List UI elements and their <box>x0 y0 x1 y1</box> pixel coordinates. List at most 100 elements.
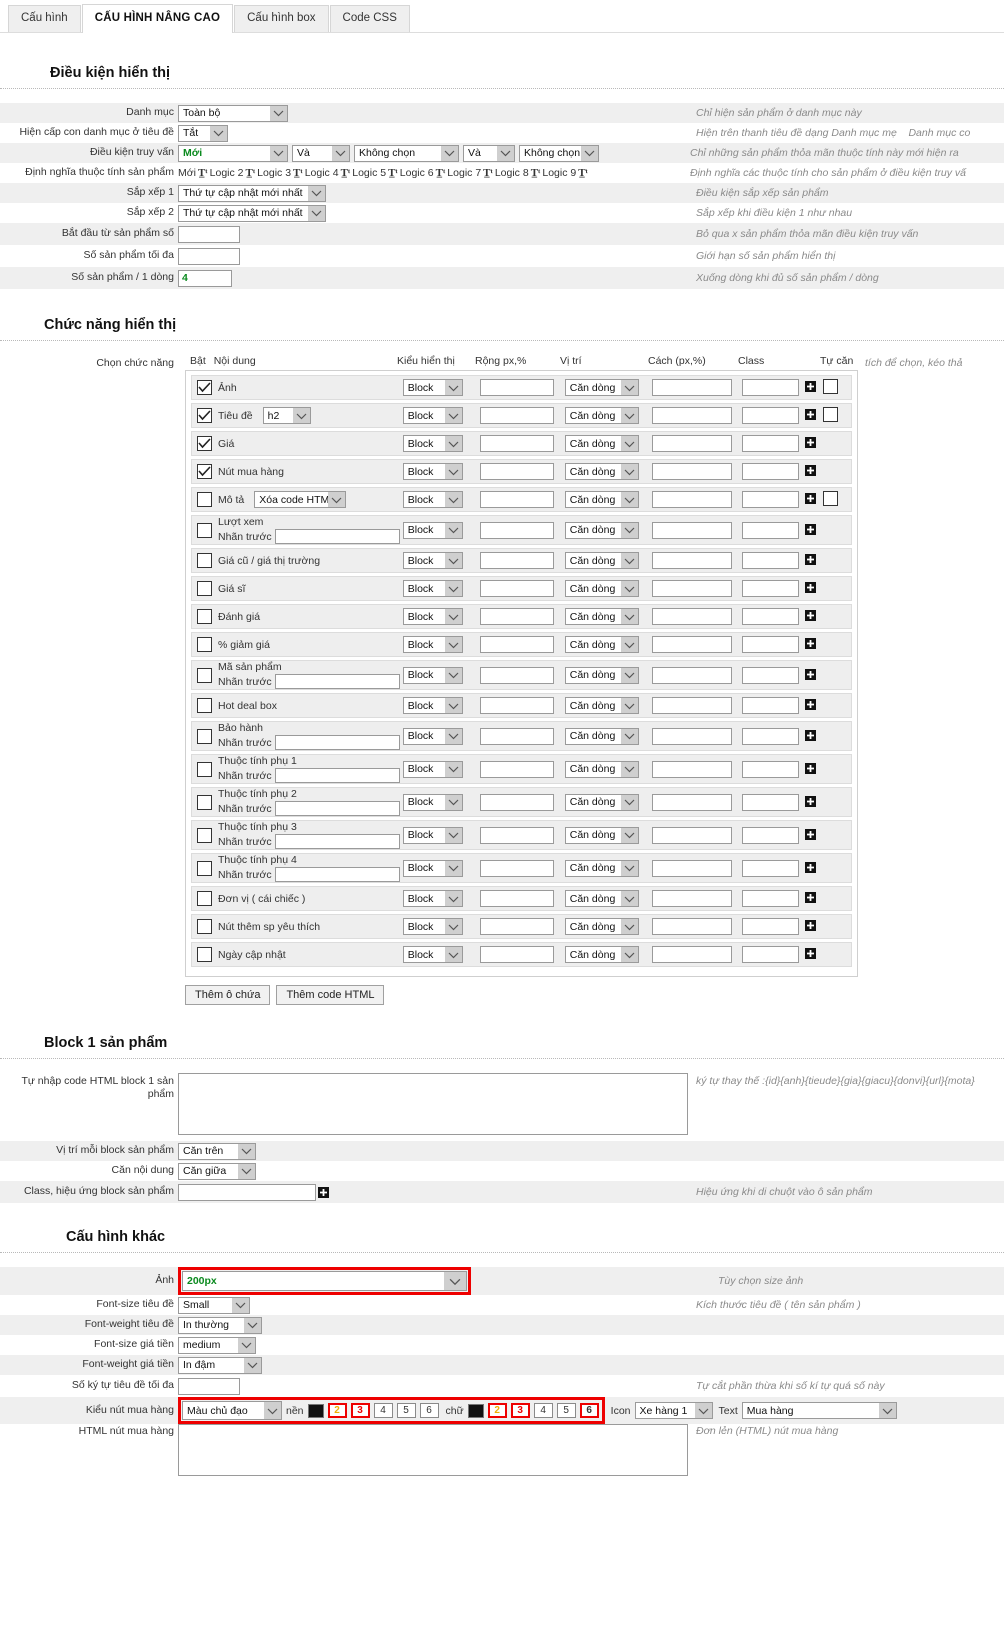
tab-cau-hinh-nang-cao[interactable]: CẤU HÌNH NÂNG CAO <box>81 3 234 33</box>
display-type-select[interactable]: Block <box>402 697 463 714</box>
max-products-input[interactable] <box>178 247 240 265</box>
width-input[interactable] <box>480 793 555 811</box>
feature-row[interactable]: Bảo hành Nhãn trước Block Căn dòng <box>191 721 852 751</box>
feature-checkbox[interactable] <box>197 947 212 962</box>
add-icon[interactable] <box>805 523 817 535</box>
color-preset-6[interactable]: 6 <box>419 1403 439 1418</box>
feature-row[interactable]: Thuộc tính phụ 2 Nhãn trước Block Căn dòng <box>191 787 852 817</box>
add-icon[interactable] <box>805 762 817 774</box>
spacing-input[interactable] <box>652 697 733 714</box>
feature-row[interactable]: Tiêu đề h2 Block Căn dòng <box>191 403 852 428</box>
fontsize-title-select[interactable]: Small <box>178 1296 250 1314</box>
width-input[interactable] <box>480 580 555 597</box>
class-input[interactable] <box>741 407 799 424</box>
prefix-input[interactable] <box>274 735 400 750</box>
sort2-select[interactable]: Thứ tự cập nhật mới nhất <box>178 204 326 222</box>
class-input[interactable] <box>741 697 799 714</box>
add-icon[interactable] <box>805 554 817 565</box>
class-input[interactable] <box>741 727 799 745</box>
class-input[interactable] <box>741 552 799 569</box>
class-input[interactable] <box>741 435 799 452</box>
width-input[interactable] <box>480 859 555 877</box>
width-input[interactable] <box>480 552 555 569</box>
display-type-select[interactable]: Block <box>402 826 463 844</box>
query-operator-1[interactable]: Và <box>292 144 350 162</box>
position-select[interactable]: Căn dòng <box>564 859 639 877</box>
spacing-input[interactable] <box>652 491 733 508</box>
position-select[interactable]: Căn dòng <box>564 666 639 684</box>
feature-checkbox[interactable] <box>197 380 212 395</box>
block1-align-select[interactable]: Căn giữa <box>178 1162 256 1180</box>
spacing-input[interactable] <box>652 793 733 811</box>
add-icon[interactable] <box>805 795 817 807</box>
spacing-input[interactable] <box>652 580 733 597</box>
feature-checkbox[interactable] <box>197 891 212 906</box>
position-select[interactable]: Căn dòng <box>564 379 639 396</box>
display-type-select[interactable]: Block <box>402 859 463 877</box>
display-type-select[interactable]: Block <box>402 890 463 907</box>
add-icon[interactable] <box>805 861 817 873</box>
text-tool-icon[interactable]: T̲ͭ <box>436 167 446 179</box>
color-preset-3[interactable]: 3 <box>350 1403 370 1418</box>
color-preset-4[interactable]: 4 <box>373 1403 393 1418</box>
width-input[interactable] <box>480 826 555 844</box>
spacing-input[interactable] <box>652 760 733 778</box>
color-preset-5[interactable]: 5 <box>556 1403 576 1418</box>
position-select[interactable]: Căn dòng <box>564 727 639 745</box>
width-input[interactable] <box>480 407 555 424</box>
spacing-input[interactable] <box>652 918 733 935</box>
width-input[interactable] <box>480 727 555 745</box>
feature-inline-select[interactable]: Xóa code HTML <box>254 491 347 508</box>
feature-row[interactable]: Thuộc tính phụ 3 Nhãn trước Block Căn dòng <box>191 820 852 850</box>
block1-class-input[interactable] <box>178 1183 316 1201</box>
width-input[interactable] <box>480 946 555 963</box>
add-icon[interactable] <box>805 828 817 840</box>
color-preset-6[interactable]: 6 <box>579 1403 599 1418</box>
add-icon[interactable] <box>805 920 817 931</box>
spacing-input[interactable] <box>652 890 733 907</box>
color-preset-5[interactable]: 5 <box>396 1403 416 1418</box>
width-input[interactable] <box>480 918 555 935</box>
color-preset-4[interactable]: 4 <box>533 1403 553 1418</box>
position-select[interactable]: Căn dòng <box>564 552 639 569</box>
display-type-select[interactable]: Block <box>402 946 463 963</box>
position-select[interactable]: Căn dòng <box>564 697 639 714</box>
autoalign-checkbox[interactable] <box>823 378 839 394</box>
display-type-select[interactable]: Block <box>402 666 463 684</box>
feature-row[interactable]: Đơn vị ( cái chiếc ) Block Căn dòng <box>191 886 852 911</box>
add-icon[interactable] <box>805 381 817 392</box>
attr-item[interactable]: Logic 3 T̲ͭ <box>257 167 302 179</box>
feature-row[interactable]: Giá cũ / giá thị trường Block Căn dòng <box>191 548 852 573</box>
feature-checkbox[interactable] <box>197 761 212 777</box>
feature-checkbox[interactable] <box>197 522 212 538</box>
class-input[interactable] <box>741 666 799 684</box>
position-select[interactable]: Căn dòng <box>564 946 639 963</box>
class-input[interactable] <box>741 826 799 844</box>
display-type-select[interactable]: Block <box>402 521 463 539</box>
text-tool-icon[interactable]: T̲ͭ <box>483 167 493 179</box>
feature-checkbox[interactable] <box>197 667 212 683</box>
width-input[interactable] <box>480 435 555 452</box>
position-select[interactable]: Căn dòng <box>564 918 639 935</box>
text-tool-icon[interactable]: T̲ͭ <box>341 167 351 179</box>
sort1-select[interactable]: Thứ tự cập nhật mới nhất <box>178 184 326 202</box>
fontweight-title-select[interactable]: In thường <box>178 1316 262 1334</box>
tab-cau-hinh-box[interactable]: Cấu hình box <box>234 4 329 32</box>
text-tool-icon[interactable]: T̲ͭ <box>246 167 256 179</box>
prefix-input[interactable] <box>274 674 400 689</box>
feature-checkbox[interactable] <box>197 860 212 876</box>
class-input[interactable] <box>741 918 799 935</box>
spacing-input[interactable] <box>652 521 733 539</box>
feature-checkbox[interactable] <box>197 827 212 843</box>
color-preset-2[interactable]: 2 <box>487 1403 507 1418</box>
attr-item[interactable]: Logic 4 T̲ͭ <box>305 167 351 179</box>
feature-checkbox[interactable] <box>197 581 212 596</box>
class-input[interactable] <box>741 760 799 778</box>
add-icon[interactable] <box>805 409 817 420</box>
text-color-swatch[interactable] <box>467 1403 484 1418</box>
spacing-input[interactable] <box>652 826 733 844</box>
position-select[interactable]: Căn dòng <box>564 890 639 907</box>
display-type-select[interactable]: Block <box>402 379 463 396</box>
attr-item[interactable]: Logic 7 T̲ͭ <box>447 167 493 179</box>
add-icon[interactable] <box>805 948 817 959</box>
